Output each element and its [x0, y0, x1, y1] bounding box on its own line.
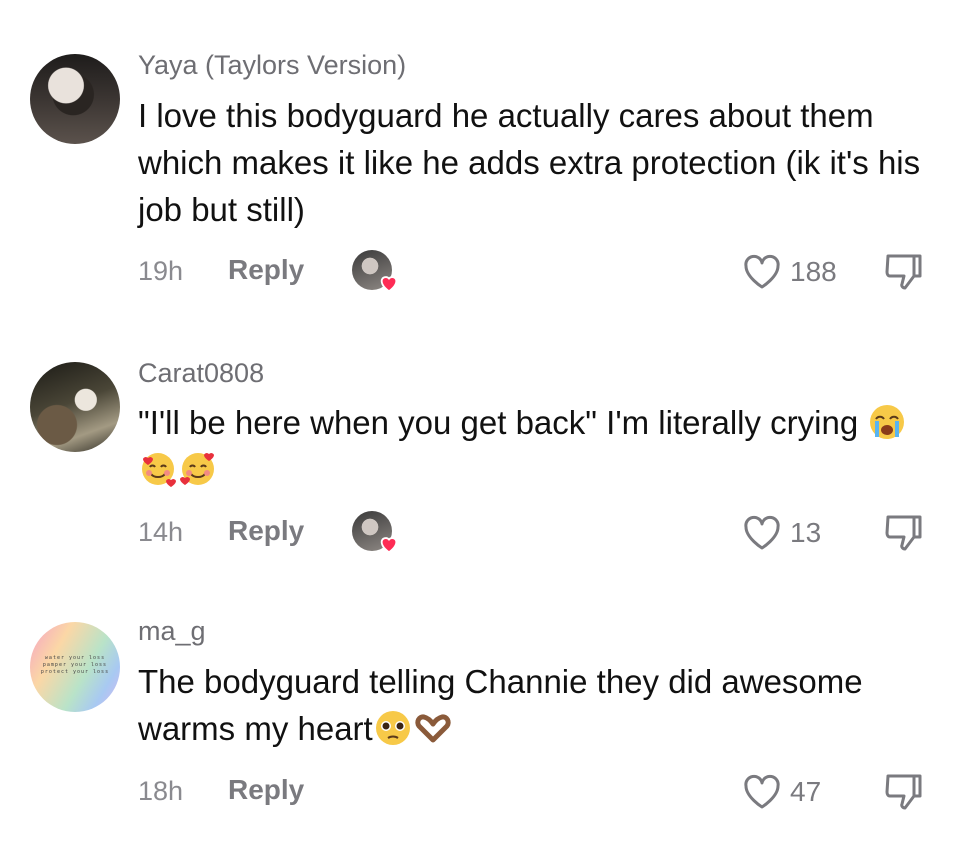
smiling-face-with-hearts-icon	[180, 453, 214, 485]
avatar-watermark-line: pamper your loss	[42, 662, 108, 668]
heart-icon	[380, 537, 398, 554]
user-avatar[interactable]: water your loss pamper your loss protect…	[30, 622, 120, 712]
reply-button[interactable]: Reply	[228, 254, 304, 286]
like-count: 13	[790, 517, 822, 548]
comment-username[interactable]: Carat0808	[138, 358, 264, 389]
dislike-icon[interactable]	[882, 252, 926, 292]
reply-button[interactable]: Reply	[228, 774, 304, 806]
creator-liked-avatar	[352, 250, 398, 293]
avatar-watermark: water your loss pamper your loss protect…	[30, 655, 120, 676]
comment-text: "I'll be here when you get back" I'm lit…	[138, 399, 928, 493]
pleading-face-icon	[375, 711, 410, 745]
like-count: 188	[790, 256, 837, 287]
comment-text-body: The bodyguard telling Channie they did a…	[138, 663, 863, 747]
dislike-icon[interactable]	[882, 772, 926, 812]
comment-text: The bodyguard telling Channie they did a…	[138, 658, 928, 752]
comment-time: 18h	[138, 776, 184, 806]
smiling-face-with-hearts-icon	[142, 453, 176, 487]
user-avatar[interactable]	[30, 362, 120, 452]
dislike-icon[interactable]	[882, 513, 926, 553]
comment-username[interactable]: ma_g	[138, 616, 206, 647]
avatar-watermark-line: water your loss	[44, 655, 106, 661]
comment-username[interactable]: Yaya (Taylors Version)	[138, 50, 406, 81]
comment-text-body: "I'll be here when you get back" I'm lit…	[138, 404, 859, 441]
loudly-crying-face-icon	[870, 405, 905, 439]
creator-liked-avatar	[352, 511, 398, 554]
comment-time: 14h	[138, 517, 184, 547]
like-heart-icon[interactable]	[742, 253, 782, 291]
reply-button[interactable]: Reply	[228, 515, 304, 547]
heart-icon	[380, 276, 398, 293]
comment-time: 19h	[138, 256, 184, 286]
avatar-watermark-line: protect your loss	[40, 669, 110, 675]
user-avatar[interactable]	[30, 54, 120, 144]
like-heart-icon[interactable]	[742, 773, 782, 811]
like-count: 47	[790, 776, 822, 807]
comment-text: I love this bodyguard he actually cares …	[138, 97, 921, 228]
heart-hands-icon	[415, 714, 451, 743]
like-heart-icon[interactable]	[742, 514, 782, 552]
